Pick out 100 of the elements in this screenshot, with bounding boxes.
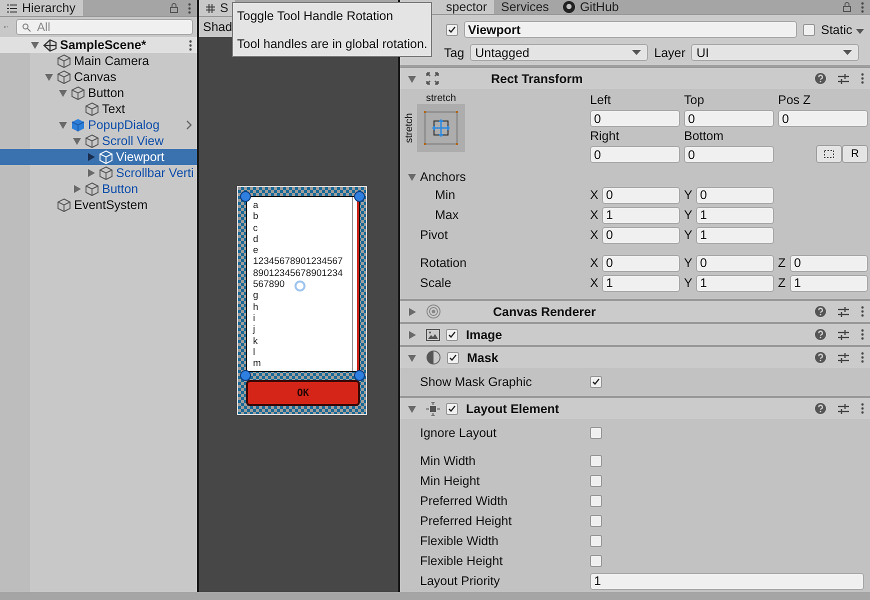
foldout-arrow-icon[interactable]	[408, 74, 416, 82]
number-field[interactable]: 0	[590, 110, 680, 127]
expanded-arrow-icon[interactable]	[58, 120, 68, 130]
number-field[interactable]: 0	[696, 186, 774, 204]
component-header[interactable]: Rect Transform	[400, 67, 870, 89]
component-header[interactable]: Image	[400, 323, 870, 345]
number-field[interactable]: 1	[696, 274, 774, 292]
collapsed-arrow-icon[interactable]	[86, 168, 96, 178]
help-icon[interactable]	[815, 352, 826, 363]
hierarchy-item[interactable]: Canvas	[0, 69, 197, 85]
menu-icon[interactable]	[861, 352, 864, 363]
help-icon[interactable]	[815, 329, 826, 340]
hierarchy-item[interactable]: PopupDialog	[0, 117, 197, 133]
expanded-arrow-icon[interactable]	[44, 72, 54, 82]
menu-icon[interactable]	[188, 2, 191, 14]
menu-icon[interactable]	[861, 306, 864, 317]
sliders-icon[interactable]	[838, 330, 849, 340]
number-field[interactable]: 1	[590, 572, 864, 590]
lock-icon[interactable]	[170, 3, 178, 13]
property-checkbox[interactable]	[590, 515, 602, 527]
number-field[interactable]: 1	[696, 206, 774, 224]
number-field[interactable]: 1	[602, 274, 680, 292]
handle[interactable]	[240, 370, 251, 381]
layer-dropdown[interactable]: UI	[691, 44, 860, 61]
sliders-icon[interactable]	[838, 404, 849, 414]
property-checkbox[interactable]	[590, 495, 602, 507]
search-field[interactable]: All	[16, 19, 193, 35]
property-checkbox[interactable]	[590, 376, 602, 388]
lock-icon[interactable]	[843, 2, 851, 12]
number-field[interactable]: 1	[602, 206, 680, 224]
enabled-checkbox[interactable]	[446, 328, 458, 340]
hierarchy-item[interactable]: Button	[0, 181, 197, 197]
enabled-checkbox[interactable]	[447, 352, 459, 364]
menu-icon[interactable]	[861, 403, 864, 414]
number-field[interactable]: 0	[684, 110, 774, 127]
property-checkbox[interactable]	[590, 427, 602, 439]
shading-mode-label[interactable]: Shad	[203, 20, 232, 34]
number-field[interactable]: 1	[696, 226, 774, 244]
number-field[interactable]: 0	[602, 226, 680, 244]
hierarchy-item[interactable]: Text	[0, 101, 197, 117]
component-header[interactable]: Canvas Renderer	[400, 300, 870, 322]
component-header[interactable]: Mask	[400, 346, 870, 368]
scene-tab[interactable]: S	[199, 0, 236, 16]
collapsed-arrow-icon[interactable]	[72, 184, 82, 194]
number-field[interactable]: 0	[590, 146, 680, 163]
raw-edit-button[interactable]: R	[842, 145, 868, 163]
property-checkbox[interactable]	[590, 555, 602, 567]
hierarchy-item[interactable]: Scrollbar Verti	[0, 165, 197, 181]
help-icon[interactable]	[815, 73, 826, 84]
handle[interactable]	[354, 191, 365, 202]
menu-icon[interactable]	[861, 329, 864, 340]
number-field[interactable]: 0	[790, 254, 868, 272]
inspector-tab[interactable]: Services	[494, 0, 556, 14]
anchors-foldout[interactable]: Anchors	[408, 169, 868, 185]
sliders-icon[interactable]	[838, 306, 849, 316]
help-icon[interactable]	[815, 306, 826, 317]
expanded-arrow-icon[interactable]	[58, 88, 68, 98]
hierarchy-tab[interactable]: Hierarchy	[0, 0, 82, 16]
expanded-arrow-icon[interactable]	[30, 40, 40, 50]
active-checkbox[interactable]	[446, 24, 458, 36]
sliders-icon[interactable]	[838, 352, 849, 362]
foldout-arrow-icon[interactable]	[408, 330, 416, 338]
chevron-right-icon[interactable]	[186, 120, 192, 130]
number-field[interactable]: 0	[602, 186, 680, 204]
hierarchy-item[interactable]: Viewport	[0, 149, 197, 165]
number-field[interactable]: 1	[790, 274, 868, 292]
sliders-icon[interactable]	[838, 74, 849, 84]
hierarchy-item[interactable]: Main Camera	[0, 53, 197, 69]
enabled-checkbox[interactable]	[446, 402, 458, 414]
hierarchy-item[interactable]: Scroll View	[0, 133, 197, 149]
blueprint-mode-button[interactable]	[816, 145, 842, 163]
handle[interactable]	[354, 370, 365, 381]
ok-button[interactable]: OK	[246, 380, 360, 406]
property-checkbox[interactable]	[590, 455, 602, 467]
foldout-arrow-icon[interactable]	[408, 354, 416, 362]
menu-icon[interactable]	[861, 73, 864, 84]
component-header[interactable]: Layout Element	[400, 397, 870, 419]
hierarchy-item[interactable]: SampleScene*	[0, 37, 197, 53]
foldout-arrow-icon[interactable]	[408, 173, 416, 181]
tag-dropdown[interactable]: Untagged	[470, 44, 648, 61]
menu-icon[interactable]	[189, 40, 192, 50]
number-field[interactable]: 0	[778, 110, 868, 127]
static-checkbox[interactable]	[803, 24, 815, 36]
number-field[interactable]: 0	[684, 146, 774, 163]
foldout-arrow-icon[interactable]	[408, 404, 416, 412]
property-checkbox[interactable]	[590, 475, 602, 487]
menu-icon[interactable]	[861, 2, 864, 12]
inspector-tab[interactable]: GitHub	[556, 0, 626, 14]
collapsed-arrow-icon[interactable]	[86, 152, 96, 162]
hierarchy-item[interactable]: Button	[0, 85, 197, 101]
static-dropdown[interactable]: Static	[821, 22, 864, 36]
hierarchy-item[interactable]: EventSystem	[0, 197, 197, 213]
handle[interactable]	[240, 191, 251, 202]
name-field[interactable]: Viewport	[464, 21, 797, 38]
foldout-arrow-icon[interactable]	[408, 308, 416, 316]
expanded-arrow-icon[interactable]	[72, 136, 82, 146]
number-field[interactable]: 0	[696, 254, 774, 272]
number-field[interactable]: 0	[602, 254, 680, 272]
help-icon[interactable]	[815, 403, 826, 414]
property-checkbox[interactable]	[590, 535, 602, 547]
